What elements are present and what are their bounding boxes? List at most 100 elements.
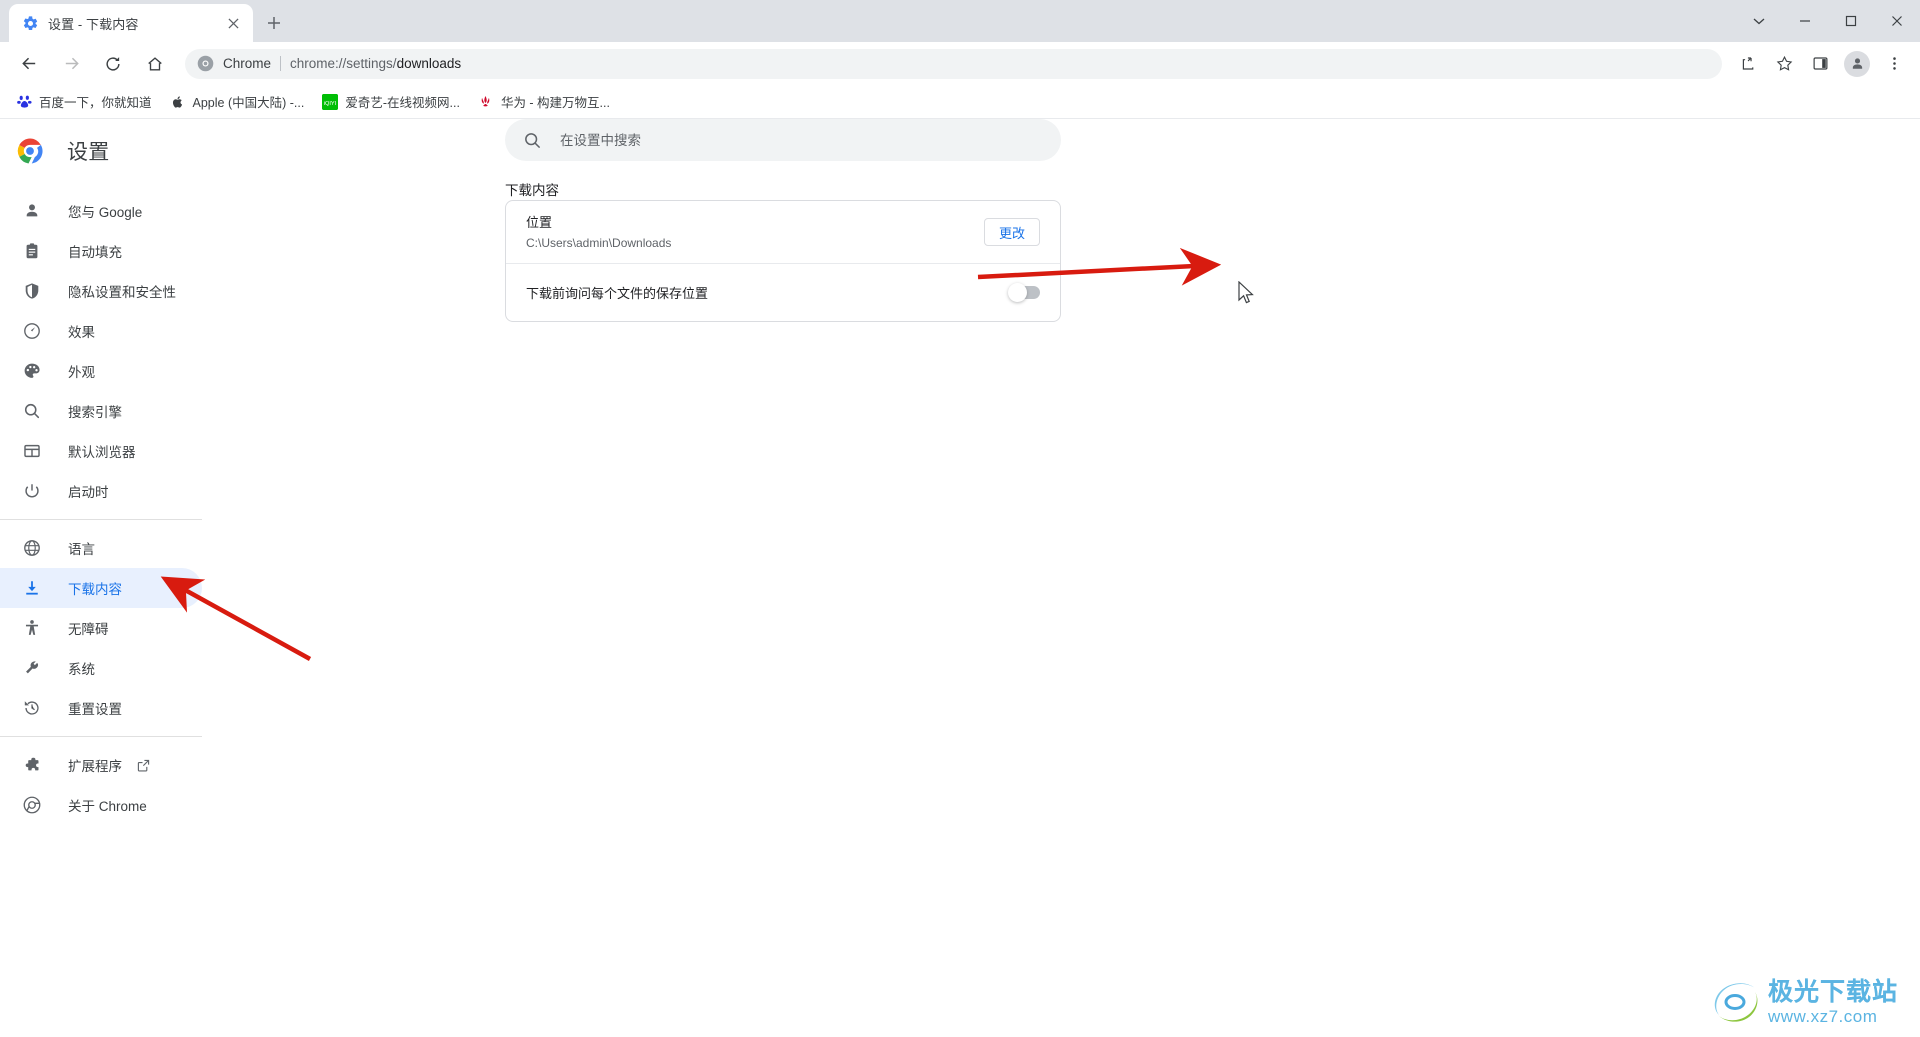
sidebar-item-label: 启动时 (68, 485, 109, 500)
sidebar-item-accessibility[interactable]: 无障碍 (0, 608, 202, 648)
sidebar-item-about-chrome[interactable]: 关于 Chrome (0, 785, 202, 825)
sidebar-item-downloads[interactable]: 下载内容 (0, 568, 202, 608)
search-box[interactable] (505, 119, 1061, 161)
bookmark-label: 百度一下，你就知道 (39, 96, 152, 110)
accessibility-icon (22, 618, 42, 638)
omnibox-divider (280, 56, 282, 71)
globe-icon (22, 538, 42, 558)
reload-button[interactable] (97, 48, 129, 80)
baidu-icon (16, 94, 32, 110)
person-icon (22, 201, 42, 221)
sidebar-item-default-browser[interactable]: 默认浏览器 (0, 431, 202, 471)
title-bar: 设置 - 下载内容 (0, 0, 1920, 42)
sidebar-item-extensions[interactable]: 扩展程序 (0, 745, 202, 785)
sidebar-nav-group-3: 扩展程序 关于 Chrome (0, 745, 250, 825)
forward-button[interactable] (55, 48, 87, 80)
bookmark-item[interactable]: 百度一下，你就知道 (8, 89, 160, 115)
sidebar-item-label: 关于 Chrome (68, 799, 147, 814)
location-label: 位置 (526, 214, 553, 230)
power-icon (22, 481, 42, 501)
settings-page: 设置 您与 Google 自动填充 隐私设置和安全性 效果 外观 搜索引擎 默认… (0, 119, 1920, 1037)
sidebar-item-label: 自动填充 (68, 245, 122, 260)
maximize-icon[interactable] (1828, 0, 1874, 42)
sidebar-item-on-startup[interactable]: 启动时 (0, 471, 202, 511)
browser-toolbar: Chrome chrome://settings/downloads (0, 42, 1920, 85)
bookmark-star-icon[interactable] (1769, 49, 1799, 79)
speedometer-icon (22, 321, 42, 341)
settings-brand: 设置 (0, 119, 250, 183)
side-panel-icon[interactable] (1805, 49, 1835, 79)
toolbar-right-icons (1730, 49, 1912, 79)
bookmark-label: 爱奇艺-在线视频网... (345, 96, 460, 110)
iqiyi-icon: iQIYI (322, 93, 339, 110)
search-icon (523, 131, 542, 150)
shield-icon (22, 281, 42, 301)
sidebar-item-appearance[interactable]: 外观 (0, 351, 202, 391)
sidebar-item-label: 系统 (68, 662, 95, 677)
new-tab-button[interactable] (259, 8, 289, 38)
url-path: downloads (396, 56, 462, 71)
browser-tab[interactable]: 设置 - 下载内容 (9, 4, 253, 42)
sidebar-item-label: 效果 (68, 325, 95, 340)
sidebar-item-label: 外观 (68, 365, 95, 380)
omnibox-chip-label: Chrome (223, 56, 272, 71)
sidebar-divider (0, 736, 202, 737)
svg-text:iQIYI: iQIYI (324, 100, 337, 106)
sidebar-item-reset-settings[interactable]: 重置设置 (0, 688, 202, 728)
bookmark-item[interactable]: 华为 - 构建万物互... (470, 89, 618, 115)
sidebar-item-search-engine[interactable]: 搜索引擎 (0, 391, 202, 431)
chrome-icon (22, 795, 42, 815)
ask-each-time-row: 下载前询问每个文件的保存位置 (506, 263, 1060, 321)
ask-each-time-label: 下载前询问每个文件的保存位置 (526, 286, 709, 301)
minimize-icon[interactable] (1782, 0, 1828, 42)
section-title: 下载内容 (505, 183, 559, 198)
sidebar-item-privacy-security[interactable]: 隐私设置和安全性 (0, 271, 202, 311)
home-button[interactable] (139, 48, 171, 80)
chrome-window: 设置 - 下载内容 Chrome chrome://settings/downl… (0, 0, 1920, 1037)
back-button[interactable] (13, 48, 45, 80)
sidebar-item-autofill[interactable]: 自动填充 (0, 231, 202, 271)
sidebar-nav-group-2: 语言 下载内容 无障碍 系统 重置设置 (0, 528, 250, 728)
sidebar-item-you-and-google[interactable]: 您与 Google (0, 191, 202, 231)
window-controls (1736, 0, 1920, 42)
chrome-logo-icon (17, 138, 43, 164)
profile-avatar[interactable] (1844, 50, 1870, 77)
sidebar-item-label: 默认浏览器 (68, 445, 136, 460)
sidebar-item-system[interactable]: 系统 (0, 648, 202, 688)
more-menu-icon[interactable] (1879, 49, 1909, 79)
search-icon (22, 401, 42, 421)
address-bar[interactable]: Chrome chrome://settings/downloads (185, 48, 1722, 79)
wrench-icon (22, 658, 42, 678)
watermark-logo-icon (1714, 983, 1758, 1022)
sidebar-item-label: 下载内容 (68, 582, 122, 597)
close-icon[interactable] (223, 13, 243, 33)
sidebar-nav-group-1: 您与 Google 自动填充 隐私设置和安全性 效果 外观 搜索引擎 默认浏览器… (0, 191, 250, 511)
clipboard-icon (22, 241, 42, 261)
palette-icon (22, 361, 42, 381)
ask-each-time-toggle[interactable] (1008, 283, 1040, 302)
tab-title: 设置 - 下载内容 (48, 16, 139, 32)
chevron-down-icon[interactable] (1736, 0, 1782, 42)
watermark-url: www.xz7.com (1767, 1006, 1878, 1026)
page-title: 设置 (67, 141, 110, 164)
bookmark-item[interactable]: Apple (中国大陆) -... (162, 89, 313, 115)
location-text-group: 位置 C:\Users\admin\Downloads (526, 213, 984, 252)
settings-gear-icon (22, 15, 39, 32)
change-location-button[interactable]: 更改 (983, 218, 1040, 246)
sidebar-item-languages[interactable]: 语言 (0, 528, 202, 568)
close-window-icon[interactable] (1874, 0, 1920, 42)
sidebar-divider (0, 519, 202, 520)
bookmark-item[interactable]: iQIYI 爱奇艺-在线视频网... (314, 89, 468, 115)
chrome-icon (197, 55, 214, 72)
downloads-settings-card: 位置 C:\Users\admin\Downloads 更改 下载前询问每个文件… (505, 200, 1061, 322)
bookmark-label: Apple (中国大陆) -... (192, 96, 305, 110)
site-watermark: 极光下载站 www.xz7.com (1708, 979, 1898, 1025)
share-icon[interactable] (1733, 49, 1763, 79)
bookmark-label: 华为 - 构建万物互... (500, 96, 610, 110)
sidebar-item-performance[interactable]: 效果 (0, 311, 202, 351)
mouse-cursor (1238, 281, 1254, 304)
external-link-icon (136, 758, 151, 773)
search-input[interactable] (560, 132, 1061, 148)
puzzle-icon (22, 755, 42, 775)
sidebar-item-label: 搜索引擎 (68, 405, 122, 420)
